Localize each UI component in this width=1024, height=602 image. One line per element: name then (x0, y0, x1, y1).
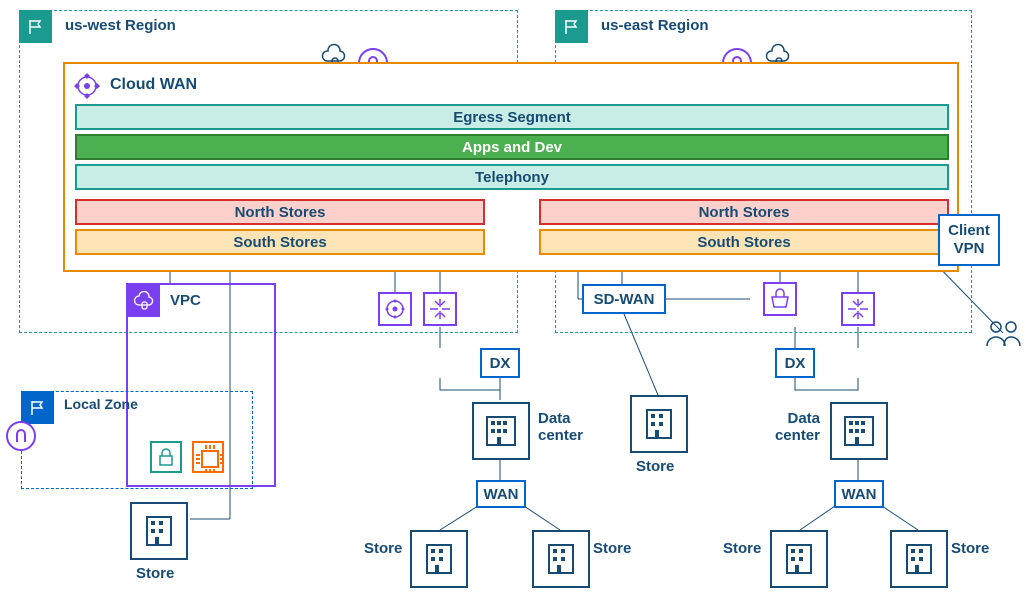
wan-box-west: WAN (476, 480, 526, 508)
local-zone-text: Local Zone (64, 396, 138, 412)
datacenter-label-west: Data center (538, 410, 598, 444)
dx-box-east: DX (775, 348, 815, 378)
building-icon (901, 541, 937, 577)
flag-icon (29, 399, 47, 417)
store-label: Store (636, 458, 674, 475)
store-label: Store (136, 565, 174, 582)
building-icon (421, 541, 457, 577)
store-building (630, 395, 688, 453)
tgw-icon (383, 297, 407, 321)
segment-south-stores-east: South Stores (539, 229, 949, 255)
building-icon (841, 413, 877, 449)
flag-icon (563, 18, 581, 36)
datacenter-west (472, 402, 530, 460)
segment-south-stores-west: South Stores (75, 229, 485, 255)
region-west-label: us-west Region (65, 17, 176, 34)
cloud-wan-container: Cloud WAN Egress Segment Apps and Dev Te… (63, 62, 959, 272)
segment-north-stores-east: North Stores (539, 199, 949, 225)
gateway-icon (13, 428, 29, 444)
basket-icon (768, 287, 792, 311)
building-icon (483, 413, 519, 449)
transit-gateway-icon (841, 292, 875, 326)
transit-gateway-icon (763, 282, 797, 316)
building-icon (543, 541, 579, 577)
store-label: Store (364, 540, 402, 557)
datacenter-label-east: Data center (760, 410, 820, 444)
building-icon (641, 406, 677, 442)
transit-gateway-icon (378, 292, 412, 326)
region-east-label: us-east Region (601, 17, 709, 34)
building-icon (141, 513, 177, 549)
segment-apps-dev: Apps and Dev (75, 134, 949, 160)
datacenter-east (830, 402, 888, 460)
store-building (130, 502, 188, 560)
client-vpn-label: Client VPN (940, 222, 998, 258)
store-label: Store (951, 540, 989, 557)
building-icon (781, 541, 817, 577)
vpc-icon (133, 290, 155, 312)
router-icon (846, 297, 870, 321)
users-icon (984, 318, 1022, 350)
cloud-wan-title: Cloud WAN (110, 76, 197, 94)
router-icon (428, 297, 452, 321)
segment-north-stores-west: North Stores (75, 199, 485, 225)
wan-box-east: WAN (834, 480, 884, 508)
sd-wan-box: SD-WAN (582, 284, 666, 314)
attachment-icon (6, 421, 36, 451)
region-tab-icon (19, 10, 52, 43)
cloud-wan-icon (73, 72, 101, 100)
store-building (770, 530, 828, 588)
local-zone-container: Local Zone (21, 391, 253, 489)
client-vpn-box: Client VPN (938, 214, 1000, 266)
store-label: Store (723, 540, 761, 557)
local-zone-tab-icon (21, 391, 54, 424)
store-building (410, 530, 468, 588)
store-building (890, 530, 948, 588)
vpc-label: VPC (170, 292, 201, 309)
transit-gateway-icon (423, 292, 457, 326)
flag-icon (27, 18, 45, 36)
dx-box-west: DX (480, 348, 520, 378)
store-building (532, 530, 590, 588)
region-tab-icon (555, 10, 588, 43)
segment-egress: Egress Segment (75, 104, 949, 130)
store-label: Store (593, 540, 631, 557)
local-zone-label: Local Zone (64, 396, 138, 413)
vpc-tab-icon (127, 284, 160, 317)
segment-telephony: Telephony (75, 164, 949, 190)
